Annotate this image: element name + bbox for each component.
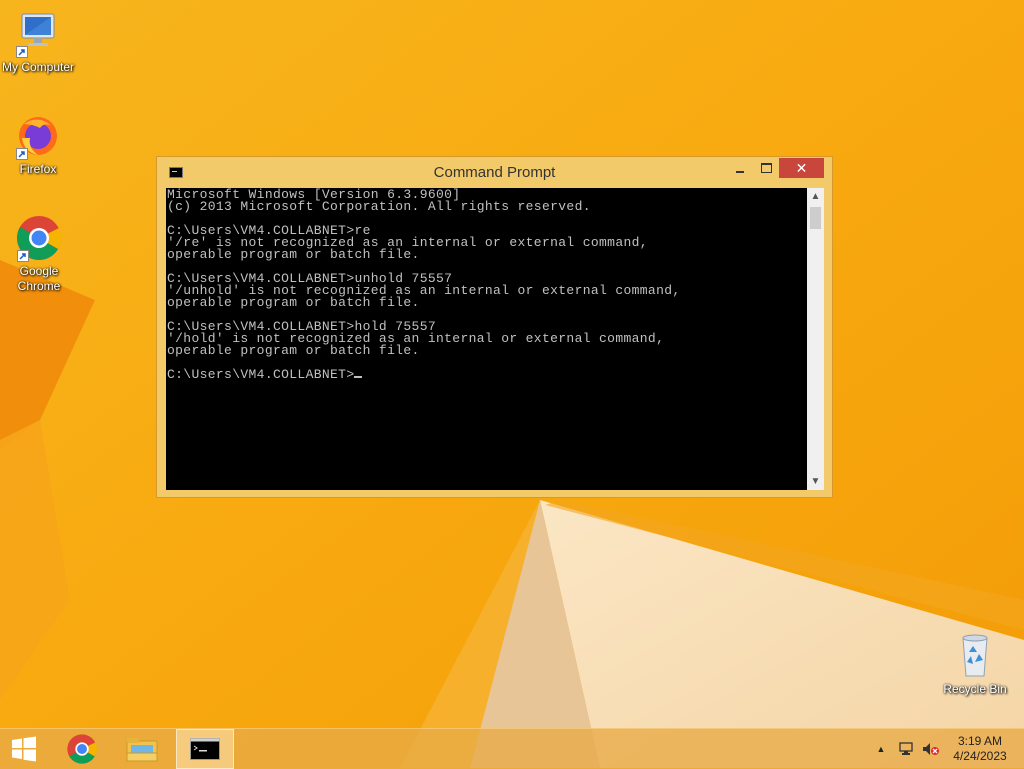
taskbar: ▲ 3:19 AM 4/24/2023: [0, 728, 1024, 769]
chrome-icon: [15, 214, 63, 262]
shortcut-arrow-icon: [16, 46, 28, 58]
console-line: operable program or batch file.: [167, 295, 420, 310]
desktop-icon-label: Recycle Bin: [943, 682, 1007, 696]
start-button[interactable]: [0, 729, 48, 769]
volume-muted-icon[interactable]: [920, 729, 942, 769]
shortcut-arrow-icon: [17, 250, 29, 262]
desktop-icon-label: Google Chrome: [17, 264, 61, 293]
maximize-icon: [760, 163, 772, 173]
windows-logo-icon: [12, 736, 36, 762]
console-output[interactable]: Microsoft Windows [Version 6.3.9600] (c)…: [166, 188, 807, 490]
console-line: operable program or batch file.: [167, 343, 420, 358]
console-text: Microsoft Windows [Version 6.3.9600] (c)…: [166, 188, 807, 381]
close-button[interactable]: ✕: [779, 158, 824, 178]
taskbar-chrome[interactable]: [58, 729, 106, 769]
console-line: operable program or batch file.: [167, 247, 420, 262]
text-cursor: [354, 376, 363, 378]
console-line: C:\Users\VM4.COLLABNET>: [167, 367, 355, 382]
recycle-bin-icon: [951, 632, 999, 680]
taskbar-file-explorer[interactable]: [118, 729, 166, 769]
desktop-icon-recycle-bin[interactable]: Recycle Bin: [937, 632, 1013, 697]
console-line: (c) 2013 Microsoft Corporation. All righ…: [167, 199, 591, 214]
desktop-icon-google-chrome[interactable]: Google Chrome: [0, 214, 78, 294]
desktop-icon-label: My Computer: [1, 60, 75, 74]
scroll-down-arrow-icon[interactable]: ▼: [807, 473, 824, 490]
firefox-icon: [14, 112, 62, 160]
chrome-icon: [67, 734, 97, 764]
scroll-up-arrow-icon[interactable]: ▲: [807, 188, 824, 205]
command-prompt-icon: [190, 738, 220, 760]
desktop-icon-my-computer[interactable]: My Computer: [0, 10, 76, 75]
show-hidden-icons-icon[interactable]: ▲: [874, 729, 888, 769]
window-titlebar[interactable]: Command Prompt ✕: [157, 157, 832, 187]
folder-icon: [126, 738, 158, 762]
clock-date: 4/24/2023: [953, 749, 1007, 763]
taskbar-command-prompt[interactable]: [176, 729, 234, 769]
clock-time: 3:19 AM: [957, 734, 1003, 748]
minimize-icon: [736, 171, 744, 173]
desktop-icon-firefox[interactable]: Firefox: [0, 112, 76, 177]
scroll-thumb[interactable]: [810, 207, 821, 229]
command-prompt-window[interactable]: Command Prompt ✕ Microsoft Windows [Vers…: [156, 156, 833, 498]
desktop-icon-label: Firefox: [19, 162, 57, 176]
minimize-button[interactable]: [727, 158, 753, 178]
system-clock[interactable]: 3:19 AM 4/24/2023: [946, 734, 1014, 764]
network-icon[interactable]: [896, 729, 916, 769]
shortcut-arrow-icon: [16, 148, 28, 160]
computer-icon: [14, 10, 62, 58]
maximize-button[interactable]: [753, 158, 779, 178]
vertical-scrollbar[interactable]: ▲ ▼: [807, 188, 824, 490]
close-icon: ✕: [795, 159, 808, 176]
